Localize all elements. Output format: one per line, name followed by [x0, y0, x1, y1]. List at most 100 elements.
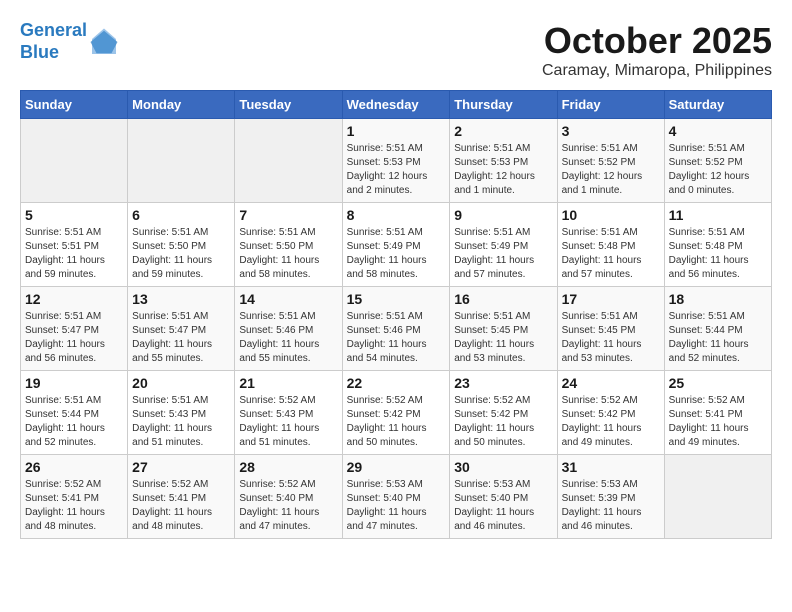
calendar-cell: 24Sunrise: 5:52 AM Sunset: 5:42 PM Dayli…: [557, 371, 664, 455]
calendar-table: SundayMondayTuesdayWednesdayThursdayFrid…: [20, 90, 772, 539]
calendar-cell: 25 Sunrise: 5:52 AM Sunset: 5:41 PM Dayli…: [664, 371, 771, 455]
day-number: 27: [132, 459, 230, 475]
weekday-header: Thursday: [450, 91, 557, 119]
day-info: Sunrise: 5:52 AM Sunset: 5:41 PM Dayligh…: [669, 394, 767, 450]
month-title: October 2025: [542, 20, 772, 62]
day-number: 14: [239, 291, 337, 307]
day-info: Sunrise: 5:51 AM Sunset: 5:49 PM Dayligh…: [454, 226, 552, 282]
day-number: 30: [454, 459, 552, 475]
calendar-cell: 11Sunrise: 5:51 AM Sunset: 5:48 PM Dayli…: [664, 203, 771, 287]
title-block: October 2025 Caramay, Mimaropa, Philippi…: [542, 20, 772, 80]
day-number: 6: [132, 207, 230, 223]
calendar-cell: 10 Sunrise: 5:51 AM Sunset: 5:48 PM Dayli…: [557, 203, 664, 287]
day-number: 12: [25, 291, 123, 307]
day-info: Sunrise: 5:51 AM Sunset: 5:53 PM Dayligh…: [454, 142, 552, 198]
calendar-cell: 17 Sunrise: 5:51 AM Sunset: 5:45 PM Dayli…: [557, 287, 664, 371]
weekday-header: Saturday: [664, 91, 771, 119]
calendar-cell: 21Sunrise: 5:52 AM Sunset: 5:43 PM Dayli…: [235, 371, 342, 455]
day-info: Sunrise: 5:51 AM Sunset: 5:46 PM Dayligh…: [347, 310, 446, 366]
calendar-cell: 13Sunrise: 5:51 AM Sunset: 5:47 PM Dayli…: [128, 287, 235, 371]
calendar-week-row: 1 Sunrise: 5:51 AM Sunset: 5:53 PM Daylig…: [21, 119, 772, 203]
calendar-cell: 23Sunrise: 5:52 AM Sunset: 5:42 PM Dayli…: [450, 371, 557, 455]
day-info: Sunrise: 5:51 AM Sunset: 5:47 PM Dayligh…: [25, 310, 123, 366]
calendar-cell: 1 Sunrise: 5:51 AM Sunset: 5:53 PM Daylig…: [342, 119, 450, 203]
day-info: Sunrise: 5:51 AM Sunset: 5:44 PM Dayligh…: [669, 310, 767, 366]
page-header: General Blue October 2025 Caramay, Mimar…: [20, 20, 772, 80]
day-info: Sunrise: 5:52 AM Sunset: 5:41 PM Dayligh…: [132, 478, 230, 534]
day-number: 25: [669, 375, 767, 391]
day-number: 10: [562, 207, 660, 223]
calendar-cell: 3 Sunrise: 5:51 AM Sunset: 5:52 PM Daylig…: [557, 119, 664, 203]
calendar-cell: 19 Sunrise: 5:51 AM Sunset: 5:44 PM Dayli…: [21, 371, 128, 455]
calendar-cell: 29 Sunrise: 5:53 AM Sunset: 5:40 PM Dayli…: [342, 455, 450, 539]
day-number: 13: [132, 291, 230, 307]
day-number: 28: [239, 459, 337, 475]
calendar-cell: 28 Sunrise: 5:52 AM Sunset: 5:40 PM Dayli…: [235, 455, 342, 539]
calendar-cell: [21, 119, 128, 203]
day-info: Sunrise: 5:51 AM Sunset: 5:53 PM Dayligh…: [347, 142, 446, 198]
weekday-header-row: SundayMondayTuesdayWednesdayThursdayFrid…: [21, 91, 772, 119]
day-number: 3: [562, 123, 660, 139]
calendar-cell: 30 Sunrise: 5:53 AM Sunset: 5:40 PM Dayli…: [450, 455, 557, 539]
day-number: 20: [132, 375, 230, 391]
day-info: Sunrise: 5:51 AM Sunset: 5:45 PM Dayligh…: [454, 310, 552, 366]
weekday-header: Wednesday: [342, 91, 450, 119]
logo: General Blue: [20, 20, 119, 63]
day-info: Sunrise: 5:51 AM Sunset: 5:45 PM Dayligh…: [562, 310, 660, 366]
day-info: Sunrise: 5:52 AM Sunset: 5:42 PM Dayligh…: [347, 394, 446, 450]
day-number: 8: [347, 207, 446, 223]
day-number: 24: [562, 375, 660, 391]
day-info: Sunrise: 5:51 AM Sunset: 5:50 PM Dayligh…: [239, 226, 337, 282]
calendar-week-row: 26 Sunrise: 5:52 AM Sunset: 5:41 PM Dayli…: [21, 455, 772, 539]
calendar-cell: 18Sunrise: 5:51 AM Sunset: 5:44 PM Dayli…: [664, 287, 771, 371]
weekday-header: Monday: [128, 91, 235, 119]
day-number: 5: [25, 207, 123, 223]
calendar-week-row: 5 Sunrise: 5:51 AM Sunset: 5:51 PM Daylig…: [21, 203, 772, 287]
calendar-week-row: 19 Sunrise: 5:51 AM Sunset: 5:44 PM Dayli…: [21, 371, 772, 455]
calendar-cell: 4Sunrise: 5:51 AM Sunset: 5:52 PM Daylig…: [664, 119, 771, 203]
calendar-cell: 26 Sunrise: 5:52 AM Sunset: 5:41 PM Dayli…: [21, 455, 128, 539]
day-number: 1: [347, 123, 446, 139]
day-info: Sunrise: 5:52 AM Sunset: 5:40 PM Dayligh…: [239, 478, 337, 534]
calendar-cell: 5 Sunrise: 5:51 AM Sunset: 5:51 PM Daylig…: [21, 203, 128, 287]
day-info: Sunrise: 5:53 AM Sunset: 5:40 PM Dayligh…: [347, 478, 446, 534]
calendar-cell: 15Sunrise: 5:51 AM Sunset: 5:46 PM Dayli…: [342, 287, 450, 371]
calendar-cell: 9 Sunrise: 5:51 AM Sunset: 5:49 PM Daylig…: [450, 203, 557, 287]
calendar-cell: 14Sunrise: 5:51 AM Sunset: 5:46 PM Dayli…: [235, 287, 342, 371]
calendar-cell: [128, 119, 235, 203]
day-info: Sunrise: 5:51 AM Sunset: 5:50 PM Dayligh…: [132, 226, 230, 282]
calendar-cell: 16 Sunrise: 5:51 AM Sunset: 5:45 PM Dayli…: [450, 287, 557, 371]
day-number: 7: [239, 207, 337, 223]
logo-icon: [89, 27, 119, 57]
day-info: Sunrise: 5:52 AM Sunset: 5:41 PM Dayligh…: [25, 478, 123, 534]
calendar-cell: 27 Sunrise: 5:52 AM Sunset: 5:41 PM Dayli…: [128, 455, 235, 539]
day-info: Sunrise: 5:52 AM Sunset: 5:43 PM Dayligh…: [239, 394, 337, 450]
day-number: 23: [454, 375, 552, 391]
calendar-cell: 12 Sunrise: 5:51 AM Sunset: 5:47 PM Dayli…: [21, 287, 128, 371]
calendar-cell: 31Sunrise: 5:53 AM Sunset: 5:39 PM Dayli…: [557, 455, 664, 539]
day-number: 29: [347, 459, 446, 475]
day-number: 26: [25, 459, 123, 475]
day-number: 16: [454, 291, 552, 307]
calendar-cell: 20 Sunrise: 5:51 AM Sunset: 5:43 PM Dayli…: [128, 371, 235, 455]
weekday-header: Friday: [557, 91, 664, 119]
day-info: Sunrise: 5:51 AM Sunset: 5:52 PM Dayligh…: [562, 142, 660, 198]
day-number: 2: [454, 123, 552, 139]
day-number: 9: [454, 207, 552, 223]
day-info: Sunrise: 5:51 AM Sunset: 5:48 PM Dayligh…: [562, 226, 660, 282]
day-number: 22: [347, 375, 446, 391]
day-number: 31: [562, 459, 660, 475]
day-info: Sunrise: 5:53 AM Sunset: 5:40 PM Dayligh…: [454, 478, 552, 534]
day-number: 19: [25, 375, 123, 391]
day-info: Sunrise: 5:51 AM Sunset: 5:43 PM Dayligh…: [132, 394, 230, 450]
day-info: Sunrise: 5:51 AM Sunset: 5:51 PM Dayligh…: [25, 226, 123, 282]
day-info: Sunrise: 5:51 AM Sunset: 5:44 PM Dayligh…: [25, 394, 123, 450]
calendar-cell: 22 Sunrise: 5:52 AM Sunset: 5:42 PM Dayli…: [342, 371, 450, 455]
day-number: 17: [562, 291, 660, 307]
location-title: Caramay, Mimaropa, Philippines: [542, 62, 772, 80]
calendar-cell: 7 Sunrise: 5:51 AM Sunset: 5:50 PM Daylig…: [235, 203, 342, 287]
day-number: 4: [669, 123, 767, 139]
day-info: Sunrise: 5:51 AM Sunset: 5:48 PM Dayligh…: [669, 226, 767, 282]
weekday-header: Tuesday: [235, 91, 342, 119]
logo-text: General Blue: [20, 20, 87, 63]
